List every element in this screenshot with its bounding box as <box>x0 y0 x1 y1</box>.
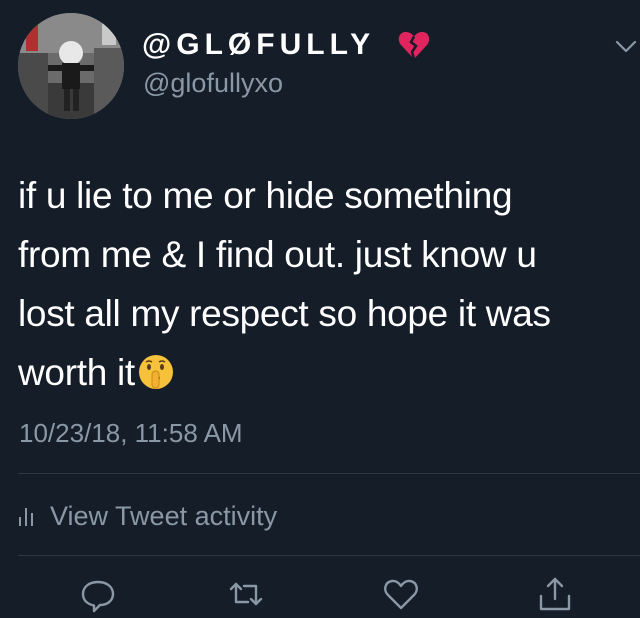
retweet-icon[interactable] <box>226 574 266 614</box>
tweet-line: worth it <box>18 352 135 393</box>
tweet-timestamp: 10/23/18, 11:58 AM <box>19 418 243 448</box>
bar-chart-icon <box>19 508 33 526</box>
divider <box>18 555 640 556</box>
reply-icon[interactable] <box>78 574 118 614</box>
share-icon[interactable] <box>535 574 575 614</box>
tweet-line: from me & I find out. just know u <box>18 234 537 275</box>
chevron-down-icon[interactable] <box>614 38 638 56</box>
tweet-text: if u lie to me or hide something from me… <box>18 166 628 402</box>
view-tweet-activity-label: View Tweet activity <box>50 500 278 531</box>
user-handle[interactable]: @glofullyxo <box>143 68 283 99</box>
broken-heart-icon <box>398 31 430 60</box>
display-name[interactable]: @GLØFULLY <box>142 28 375 62</box>
tweet-line: lost all my respect so hope it was <box>18 293 551 334</box>
shushing-face-icon <box>138 355 173 389</box>
view-tweet-activity-link[interactable]: View Tweet activity <box>18 496 277 536</box>
tweet-line: if u lie to me or hide something <box>18 175 513 216</box>
avatar[interactable] <box>18 13 124 119</box>
tweet-line-last: worth it <box>18 343 628 402</box>
avatar-image <box>18 13 124 119</box>
heart-outline-icon[interactable] <box>381 574 421 614</box>
divider <box>18 473 640 474</box>
